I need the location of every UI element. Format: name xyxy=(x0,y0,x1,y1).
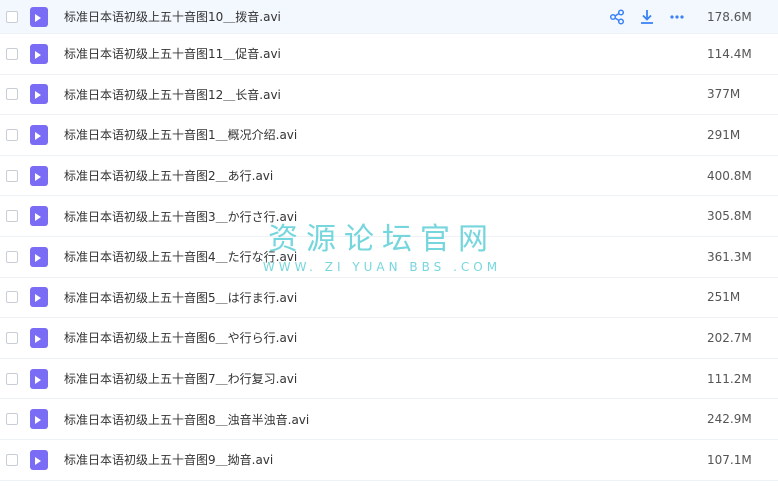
file-size: 202.7M xyxy=(707,330,752,345)
file-size: 242.9M xyxy=(707,412,752,427)
row-checkbox[interactable] xyxy=(6,331,18,344)
row-checkbox[interactable] xyxy=(6,128,18,141)
row-checkbox[interactable] xyxy=(6,169,18,182)
file-name[interactable]: 标准日本语初级上五十音图6＿や行ら行.avi xyxy=(64,329,297,346)
video-file-icon xyxy=(30,165,48,186)
file-name[interactable]: 标准日本语初级上五十音图1＿概况介绍.avi xyxy=(64,126,297,143)
file-size: 377M xyxy=(707,87,741,102)
file-size: 114.4M xyxy=(707,46,752,61)
file-size: 400.8M xyxy=(707,168,752,183)
file-row[interactable]: 标准日本语初级上五十音图4＿た行な行.avi 361.3M xyxy=(0,237,778,278)
file-size: 305.8M xyxy=(707,209,752,224)
file-name[interactable]: 标准日本语初级上五十音图8＿浊音半浊音.avi xyxy=(64,411,309,428)
video-file-icon xyxy=(30,43,48,64)
video-file-icon xyxy=(30,409,48,430)
row-checkbox[interactable] xyxy=(6,372,18,385)
file-name[interactable]: 标准日本语初级上五十音图5＿は行ま行.avi xyxy=(64,289,297,306)
file-row[interactable]: 标准日本语初级上五十音图2＿あ行.avi 400.8M xyxy=(0,156,778,197)
file-row[interactable]: 标准日本语初级上五十音图6＿や行ら行.avi 202.7M xyxy=(0,318,778,359)
row-checkbox[interactable] xyxy=(6,250,18,263)
file-name[interactable]: 标准日本语初级上五十音图12＿长音.avi xyxy=(64,86,281,103)
row-checkbox[interactable] xyxy=(6,453,18,466)
row-checkbox[interactable] xyxy=(6,10,18,23)
file-name[interactable]: 标准日本语初级上五十音图3＿か行さ行.avi xyxy=(64,208,297,225)
video-file-icon xyxy=(30,368,48,389)
download-icon[interactable] xyxy=(638,8,656,26)
file-size: 107.1M xyxy=(707,452,752,467)
file-size: 291M xyxy=(707,127,741,142)
video-file-icon xyxy=(30,246,48,267)
file-name[interactable]: 标准日本语初级上五十音图10＿拨音.avi xyxy=(64,8,281,25)
file-size: 111.2M xyxy=(707,371,752,386)
more-icon[interactable] xyxy=(668,8,686,26)
file-name[interactable]: 标准日本语初级上五十音图4＿た行な行.avi xyxy=(64,248,297,265)
video-file-icon xyxy=(30,124,48,145)
row-checkbox[interactable] xyxy=(6,88,18,101)
file-name[interactable]: 标准日本语初级上五十音图7＿わ行复习.avi xyxy=(64,370,297,387)
file-size: 361.3M xyxy=(707,249,752,264)
video-file-icon xyxy=(30,449,48,470)
file-name[interactable]: 标准日本语初级上五十音图2＿あ行.avi xyxy=(64,167,273,184)
file-row[interactable]: 标准日本语初级上五十音图8＿浊音半浊音.avi 242.9M xyxy=(0,399,778,440)
row-checkbox[interactable] xyxy=(6,413,18,426)
share-icon[interactable] xyxy=(608,8,626,26)
file-row[interactable]: 标准日本语初级上五十音图9＿拗音.avi 107.1M xyxy=(0,440,778,481)
file-row[interactable]: 标准日本语初级上五十音图12＿长音.avi 377M xyxy=(0,75,778,116)
file-name[interactable]: 标准日本语初级上五十音图9＿拗音.avi xyxy=(64,451,273,468)
file-size: 251M xyxy=(707,290,741,305)
file-row[interactable]: 标准日本语初级上五十音图11＿促音.avi 114.4M xyxy=(0,34,778,75)
file-row[interactable]: 标准日本语初级上五十音图7＿わ行复习.avi 111.2M xyxy=(0,359,778,400)
file-name[interactable]: 标准日本语初级上五十音图11＿促音.avi xyxy=(64,45,281,62)
video-file-icon xyxy=(30,327,48,348)
file-row[interactable]: 标准日本语初级上五十音图10＿拨音.avi 178.6M xyxy=(0,0,778,34)
file-list: 标准日本语初级上五十音图10＿拨音.avi 178.6M 标准日本语初级上五十音… xyxy=(0,0,778,481)
video-file-icon xyxy=(30,206,48,227)
file-row[interactable]: 标准日本语初级上五十音图5＿は行ま行.avi 251M xyxy=(0,278,778,319)
file-row[interactable]: 标准日本语初级上五十音图3＿か行さ行.avi 305.8M xyxy=(0,196,778,237)
video-file-icon xyxy=(30,287,48,308)
row-checkbox[interactable] xyxy=(6,47,18,60)
row-checkbox[interactable] xyxy=(6,291,18,304)
row-actions xyxy=(608,8,686,26)
file-size: 178.6M xyxy=(707,9,752,24)
video-file-icon xyxy=(30,84,48,105)
file-row[interactable]: 标准日本语初级上五十音图1＿概况介绍.avi 291M xyxy=(0,115,778,156)
video-file-icon xyxy=(30,6,48,27)
row-checkbox[interactable] xyxy=(6,210,18,223)
